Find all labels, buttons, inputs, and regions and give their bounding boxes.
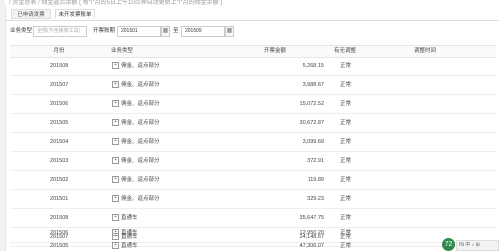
- type-cell: 佣金、返点部分: [121, 158, 160, 164]
- type-cell: 佣金、返点部分: [121, 63, 160, 69]
- amount-cell: 12,950.20: [299, 230, 324, 236]
- amount-cell: 30,672.87: [299, 120, 324, 126]
- tab-applied-invoices[interactable]: 已申请发票: [11, 9, 51, 19]
- adjust-cell: 正常: [340, 177, 352, 183]
- column-month: 月份: [53, 48, 65, 54]
- amount-cell: 3,099.69: [302, 139, 324, 145]
- table-row: 201505 + 佣金、返点部分 30,672.87 正常: [10, 114, 496, 133]
- to-label: 至: [173, 28, 179, 34]
- amount-cell: 119.89: [307, 177, 324, 183]
- expand-icon[interactable]: +: [112, 119, 119, 127]
- month-cell: 201507: [50, 82, 69, 88]
- expand-icon[interactable]: +: [112, 229, 119, 237]
- expand-icon[interactable]: +: [112, 176, 119, 184]
- type-cell: 直通车: [121, 243, 138, 249]
- period-start-input[interactable]: 201501: [117, 26, 161, 37]
- type-cell: 佣金、返点部分: [121, 82, 160, 88]
- month-cell: 201503: [50, 158, 69, 164]
- adjust-cell: 正常: [340, 243, 352, 249]
- tab-bar: 已申请发票 未开发票账单: [5, 9, 499, 20]
- amount-cell: 15,072.52: [299, 101, 324, 107]
- type-cell: 直通车: [121, 230, 138, 236]
- adjust-cell: 正常: [340, 63, 352, 69]
- type-cell: 佣金、返点部分: [121, 120, 160, 126]
- type-cell: 佣金、返点部分: [121, 101, 160, 107]
- amount-cell: 372.91: [307, 158, 324, 164]
- table-row: 201503 + 佣金、返点部分 372.91 正常: [10, 152, 496, 171]
- tray-badge-icon[interactable]: 72: [442, 238, 455, 251]
- adjust-cell: 正常: [340, 120, 352, 126]
- expand-icon[interactable]: +: [112, 138, 119, 146]
- column-business-type: 业务类型: [110, 48, 133, 54]
- tab-divider: [5, 20, 499, 21]
- expand-icon[interactable]: +: [112, 81, 119, 89]
- table-row: 201508 + 佣金、返点部分 5,268.15 正常: [10, 57, 496, 76]
- adjust-cell: 正常: [340, 196, 352, 202]
- expand-icon[interactable]: +: [112, 195, 119, 203]
- expand-icon[interactable]: +: [112, 214, 119, 222]
- adjust-cell: 正常: [340, 158, 352, 164]
- calendar-icon[interactable]: ▦: [161, 26, 170, 37]
- expand-icon[interactable]: +: [112, 62, 119, 70]
- adjust-cell: 正常: [340, 101, 352, 107]
- period-end-input[interactable]: 201509: [181, 26, 225, 37]
- table-row: 201505 + 直通车 47,306.07 正常: [10, 241, 496, 251]
- invoice-period-label: 开票账期: [93, 28, 116, 34]
- month-cell: 201505: [50, 120, 69, 126]
- table-row: 201507 + 佣金、返点部分 3,988.67 正常: [10, 76, 496, 95]
- type-cell: 直通车: [121, 215, 138, 221]
- breadcrumb: / 资金总表 / 佣金返点余额 ( 每个月的5日上午10点钟自动更新上个月的佣金…: [5, 0, 499, 6]
- column-adjust-status: 有无调整: [333, 48, 356, 54]
- adjust-cell: 正常: [340, 82, 352, 88]
- month-cell: 201502: [50, 177, 69, 183]
- business-type-label: 业务类型: [10, 28, 33, 34]
- amount-cell: 5,268.15: [302, 63, 324, 69]
- month-cell: 201505: [50, 243, 69, 249]
- calendar-icon[interactable]: ▦: [225, 26, 234, 37]
- column-invoice-amount: 开票金额: [263, 48, 286, 54]
- table-row: 201502 + 佣金、返点部分 119.89 正常: [10, 171, 496, 190]
- amount-cell: 329.23: [307, 196, 324, 202]
- expand-icon[interactable]: +: [112, 100, 119, 108]
- system-tray[interactable]: IN 中 ♪ ⊞: [456, 240, 499, 251]
- adjust-cell: 正常: [340, 139, 352, 145]
- type-cell: 佣金、返点部分: [121, 177, 160, 183]
- table-row: 201501 + 佣金、返点部分 329.23 正常: [10, 190, 496, 209]
- month-cell: 201508: [50, 63, 69, 69]
- amount-cell: 47,306.07: [299, 243, 324, 249]
- adjust-cell: 正常: [340, 230, 352, 236]
- month-cell: 201506: [50, 101, 69, 107]
- tab-uninvoiced-bills[interactable]: 未开发票账单: [55, 9, 95, 19]
- type-cell: 佣金、返点部分: [121, 139, 160, 145]
- month-cell: 201506: [50, 230, 69, 236]
- month-cell: 201504: [50, 139, 69, 145]
- table-row: 201504 + 佣金、返点部分 3,099.69 正常: [10, 133, 496, 152]
- business-type-select[interactable]: 全部(不含锁架工具): [33, 26, 87, 37]
- month-cell: 201501: [50, 196, 69, 202]
- column-adjust-time: 调整时间: [413, 48, 436, 54]
- expand-icon[interactable]: +: [112, 242, 119, 250]
- table-row: 201506 + 佣金、返点部分 15,072.52 正常: [10, 95, 496, 114]
- type-cell: 佣金、返点部分: [121, 196, 160, 202]
- amount-cell: 3,988.67: [302, 82, 324, 88]
- filter-bar: 业务类型 全部(不含锁架工具) 开票账期 201501 ▦ 至 201509 ▦: [5, 26, 499, 38]
- expand-icon[interactable]: +: [112, 157, 119, 165]
